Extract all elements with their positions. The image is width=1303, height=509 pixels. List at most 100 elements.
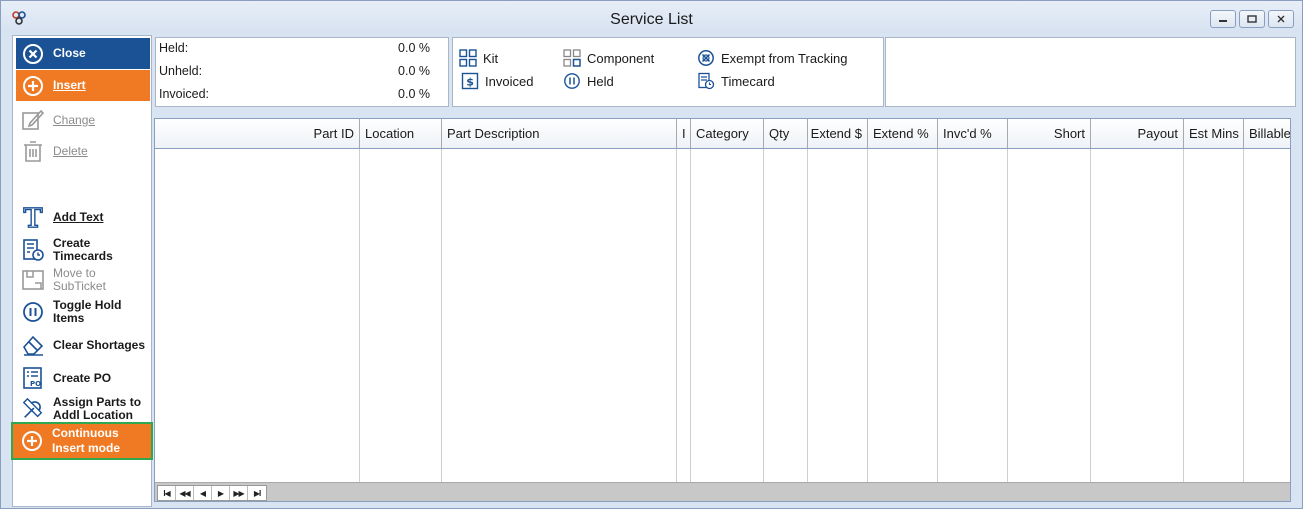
legend-exempt: Exempt from Tracking	[697, 49, 847, 67]
invoiced-label: Invoiced:	[159, 87, 210, 101]
move-box-icon	[21, 268, 45, 292]
kit-icon	[459, 49, 477, 67]
close-label: Close	[53, 46, 86, 60]
legend-timecard: Timecard	[697, 72, 775, 90]
create-timecards-label: Create Timecards	[53, 236, 113, 263]
invoiced-row: Invoiced: 0.0 %	[159, 87, 444, 107]
legend-invoiced-label: Invoiced	[485, 73, 534, 89]
restore-icon	[1247, 15, 1257, 23]
component-icon	[563, 49, 581, 67]
restore-button[interactable]	[1239, 10, 1265, 28]
add-text-label: Add Text	[53, 209, 104, 224]
window-title: Service List	[610, 11, 693, 28]
grid-header: Part ID Location Part Description I Cate…	[155, 119, 1290, 149]
column-header-extend-pct[interactable]: Extend %	[868, 119, 938, 148]
create-po-button[interactable]: PO Create PO	[16, 363, 150, 393]
previous-page-button[interactable]: ◀◀	[176, 486, 194, 500]
column-header-billable[interactable]: Billable	[1244, 119, 1290, 148]
column-header-payout[interactable]: Payout	[1091, 119, 1184, 148]
tools-icon	[21, 397, 45, 421]
action-toolbar: Close Insert Change Delete Add Text Crea…	[11, 35, 153, 507]
column-header-extend-dollar[interactable]: Extend $	[808, 119, 868, 148]
grid-body[interactable]	[155, 149, 1290, 482]
legend-held-label: Held	[587, 73, 614, 89]
close-circle-icon	[21, 42, 45, 66]
pause-circle-icon	[21, 300, 45, 324]
column-header-part-description[interactable]: Part Description	[442, 119, 677, 148]
timecard-icon	[697, 72, 715, 90]
column-header-i[interactable]: I	[677, 119, 691, 148]
held-value: 0.0 %	[398, 41, 430, 55]
held-label: Held:	[159, 41, 189, 55]
status-summary-panel: Held: 0.0 % Unheld: 0.0 % Invoiced: 0.0 …	[155, 37, 449, 107]
assign-parts-button[interactable]: Assign Parts to Addl Location	[16, 394, 150, 424]
grid-footer: I◀ ◀◀ ◀ ▶ ▶▶ ▶I	[155, 482, 1290, 501]
continuous-insert-mode-label: Continuous Insert mode	[52, 426, 121, 455]
previous-record-button[interactable]: ◀	[194, 486, 212, 500]
text-icon	[21, 205, 45, 229]
plus-circle-icon	[20, 429, 44, 453]
legend-exempt-label: Exempt from Tracking	[721, 50, 848, 66]
delete-label: Delete	[53, 143, 88, 158]
legend-kit: Kit	[459, 49, 498, 67]
column-header-est-mins[interactable]: Est Mins	[1184, 119, 1244, 148]
trash-icon	[21, 139, 45, 163]
assign-parts-label: Assign Parts to Addl Location	[53, 395, 142, 422]
record-navigator: I◀ ◀◀ ◀ ▶ ▶▶ ▶I	[157, 485, 267, 501]
purchase-order-icon: PO	[21, 366, 45, 390]
column-header-location[interactable]: Location	[360, 119, 442, 148]
change-label: Change	[53, 112, 96, 127]
toolbar-filler-panel	[885, 37, 1296, 107]
delete-button[interactable]: Delete	[16, 137, 150, 165]
legend-invoiced: $ Invoiced	[461, 72, 533, 90]
window-controls	[1210, 10, 1294, 28]
first-record-button[interactable]: I◀	[158, 486, 176, 500]
toggle-hold-items-label: Toggle Hold Items	[53, 298, 122, 325]
timecard-icon	[21, 238, 45, 262]
insert-label: Insert	[53, 78, 86, 92]
next-record-button[interactable]: ▶	[212, 486, 230, 500]
legend-component-label: Component	[587, 50, 655, 66]
column-header-invcd-pct[interactable]: Invc'd %	[938, 119, 1008, 148]
held-row: Held: 0.0 %	[159, 41, 444, 61]
continuous-insert-mode-button[interactable]: Continuous Insert mode	[11, 422, 153, 460]
legend-component: Component	[563, 49, 654, 67]
create-timecards-button[interactable]: Create Timecards	[16, 235, 150, 265]
close-button[interactable]: Close	[16, 38, 150, 69]
close-icon	[1277, 15, 1285, 23]
unheld-row: Unheld: 0.0 %	[159, 64, 444, 84]
edit-icon	[21, 108, 45, 132]
move-to-subticket-label: Move to SubTicket	[53, 266, 106, 293]
pause-circle-icon	[563, 72, 581, 90]
last-record-button[interactable]: ▶I	[248, 486, 266, 500]
legend-timecard-label: Timecard	[721, 73, 775, 89]
column-header-short[interactable]: Short	[1008, 119, 1091, 148]
service-list-window: Service List Close Insert Change Delete …	[0, 0, 1303, 509]
clear-shortages-label: Clear Shortages	[53, 337, 146, 352]
plus-circle-icon	[21, 74, 45, 98]
icon-legend-panel: Kit $ Invoiced Component Held Exempt fro…	[452, 37, 884, 107]
title-bar: Service List	[1, 1, 1302, 33]
create-po-label: Create PO	[53, 370, 112, 385]
exempt-icon	[697, 49, 715, 67]
change-button[interactable]: Change	[16, 106, 150, 134]
minimize-button[interactable]	[1210, 10, 1236, 28]
service-parts-grid[interactable]: Part ID Location Part Description I Cate…	[154, 118, 1291, 502]
eraser-icon	[21, 333, 45, 357]
column-header-category[interactable]: Category	[691, 119, 764, 148]
invoiced-value: 0.0 %	[398, 87, 430, 101]
move-to-subticket-button[interactable]: Move to SubTicket	[16, 265, 150, 295]
next-page-button[interactable]: ▶▶	[230, 486, 248, 500]
toggle-hold-items-button[interactable]: Toggle Hold Items	[16, 297, 150, 327]
clear-shortages-button[interactable]: Clear Shortages	[16, 330, 150, 360]
column-header-qty[interactable]: Qty	[764, 119, 808, 148]
legend-kit-label: Kit	[483, 50, 499, 66]
dollar-icon: $	[461, 72, 479, 90]
svg-text:$: $	[466, 76, 474, 89]
legend-held: Held	[563, 72, 614, 90]
unheld-label: Unheld:	[159, 64, 203, 78]
column-header-part-id[interactable]: Part ID	[155, 119, 360, 148]
close-window-button[interactable]	[1268, 10, 1294, 28]
add-text-button[interactable]: Add Text	[16, 202, 150, 232]
insert-button[interactable]: Insert	[16, 70, 150, 101]
